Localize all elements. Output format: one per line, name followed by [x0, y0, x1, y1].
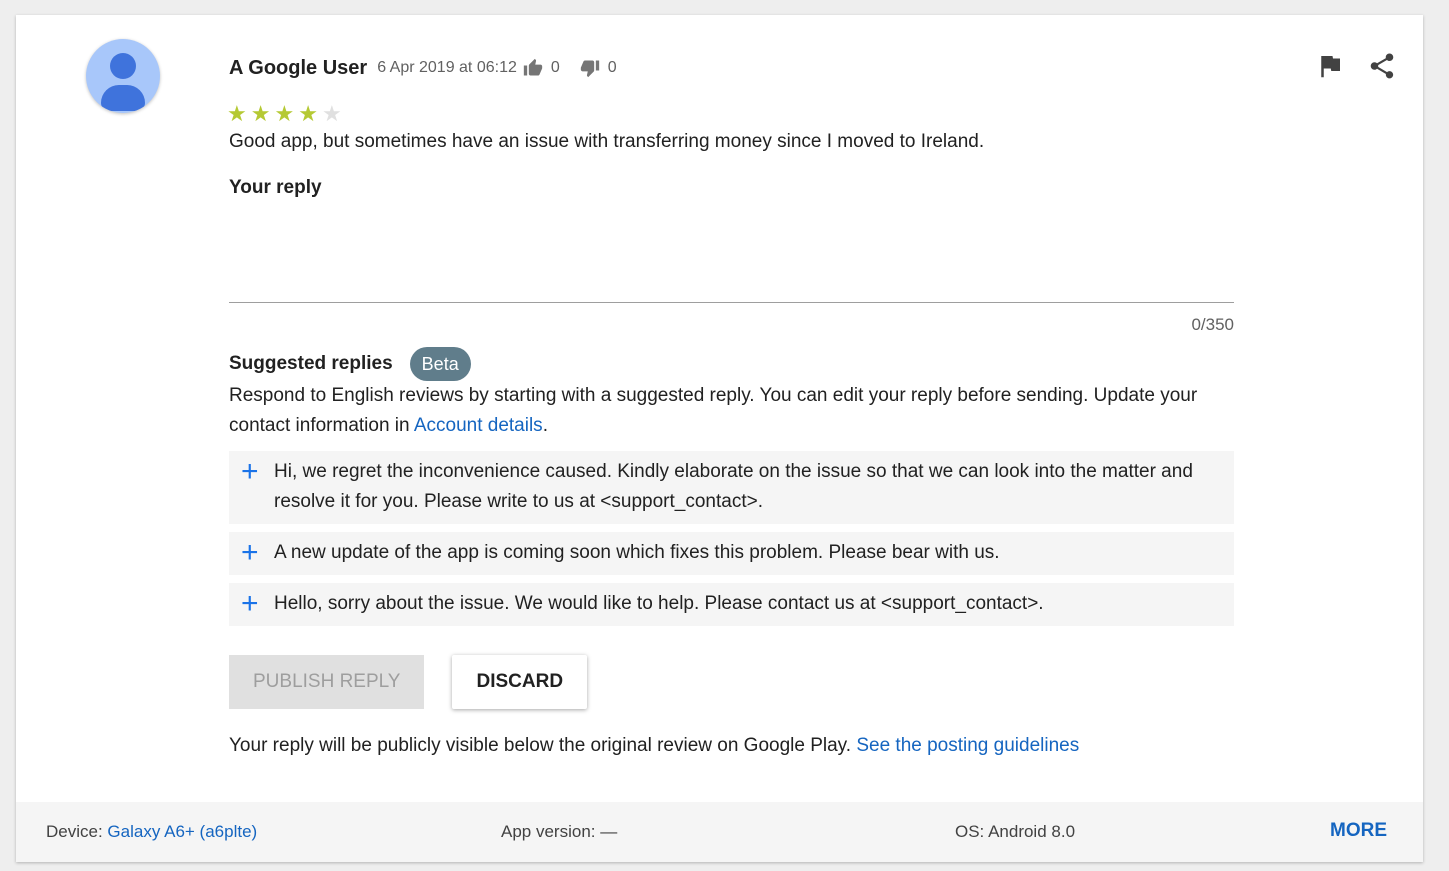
- star-empty-icon: ★: [322, 101, 346, 126]
- flag-icon[interactable]: [1315, 51, 1345, 81]
- description-suffix: .: [543, 415, 548, 436]
- thumbs-down-count: 0: [608, 59, 617, 77]
- review-actions: [1293, 51, 1397, 81]
- visibility-note: Your reply will be publicly visible belo…: [229, 735, 1079, 757]
- os-version: OS: Android 8.0: [955, 822, 1075, 842]
- thumb-down-icon: [580, 58, 600, 78]
- beta-badge: Beta: [410, 347, 471, 381]
- device-link[interactable]: Galaxy A6+ (a6plte): [107, 822, 257, 841]
- app-version: App version: —: [501, 822, 617, 842]
- suggested-replies-header: Suggested replies Beta: [229, 347, 471, 381]
- thumb-up-icon: [523, 58, 543, 78]
- visibility-note-text: Your reply will be publicly visible belo…: [229, 735, 856, 756]
- more-button[interactable]: MORE: [1330, 820, 1387, 842]
- reply-char-counter: 0/350: [1191, 315, 1234, 335]
- suggested-replies-title: Suggested replies: [229, 353, 393, 375]
- reply-textarea[interactable]: [229, 215, 1234, 303]
- suggested-reply-item[interactable]: + Hi, we regret the inconvenience caused…: [229, 451, 1234, 524]
- reply-actions: PUBLISH REPLY DISCARD: [229, 655, 587, 709]
- thumbs-up[interactable]: 0: [523, 58, 560, 78]
- publish-reply-button[interactable]: PUBLISH REPLY: [229, 655, 424, 709]
- suggested-reply-item[interactable]: + A new update of the app is coming soon…: [229, 532, 1234, 575]
- description-text: Respond to English reviews by starting w…: [229, 385, 1197, 436]
- suggested-replies-list: + Hi, we regret the inconvenience caused…: [229, 451, 1234, 634]
- star-rating: ★★★★★: [227, 101, 346, 127]
- plus-icon: +: [241, 538, 263, 568]
- avatar: [86, 39, 160, 113]
- suggested-replies-description: Respond to English reviews by starting w…: [229, 381, 1234, 441]
- share-icon[interactable]: [1367, 51, 1397, 81]
- star-filled-icon: ★: [251, 101, 275, 126]
- discard-button[interactable]: DISCARD: [452, 655, 587, 709]
- review-header: A Google User 6 Apr 2019 at 06:12 0 0: [229, 55, 617, 81]
- account-details-link[interactable]: Account details: [414, 415, 543, 436]
- review-text: Good app, but sometimes have an issue wi…: [229, 131, 984, 153]
- device-info: Device: Galaxy A6+ (a6plte): [46, 822, 257, 842]
- thumbs-down[interactable]: 0: [580, 58, 617, 78]
- review-card: A Google User 6 Apr 2019 at 06:12 0 0 ★★…: [16, 15, 1423, 862]
- device-label: Device:: [46, 822, 107, 841]
- star-filled-icon: ★: [298, 101, 322, 126]
- plus-icon: +: [241, 457, 263, 487]
- suggested-reply-text: Hi, we regret the inconvenience caused. …: [274, 457, 1220, 517]
- plus-icon: +: [241, 589, 263, 619]
- person-icon-body: [101, 85, 145, 111]
- person-icon-head: [110, 53, 136, 79]
- suggested-reply-text: A new update of the app is coming soon w…: [274, 538, 1000, 568]
- reply-label: Your reply: [229, 177, 322, 199]
- suggested-reply-item[interactable]: + Hello, sorry about the issue. We would…: [229, 583, 1234, 626]
- star-filled-icon: ★: [274, 101, 298, 126]
- thumbs-up-count: 0: [551, 59, 560, 77]
- review-date: 6 Apr 2019 at 06:12: [377, 59, 517, 77]
- review-author: A Google User: [229, 57, 367, 80]
- posting-guidelines-link[interactable]: See the posting guidelines: [856, 735, 1079, 756]
- star-filled-icon: ★: [227, 101, 251, 126]
- device-info-bar: Device: Galaxy A6+ (a6plte) App version:…: [16, 802, 1423, 862]
- suggested-reply-text: Hello, sorry about the issue. We would l…: [274, 589, 1044, 619]
